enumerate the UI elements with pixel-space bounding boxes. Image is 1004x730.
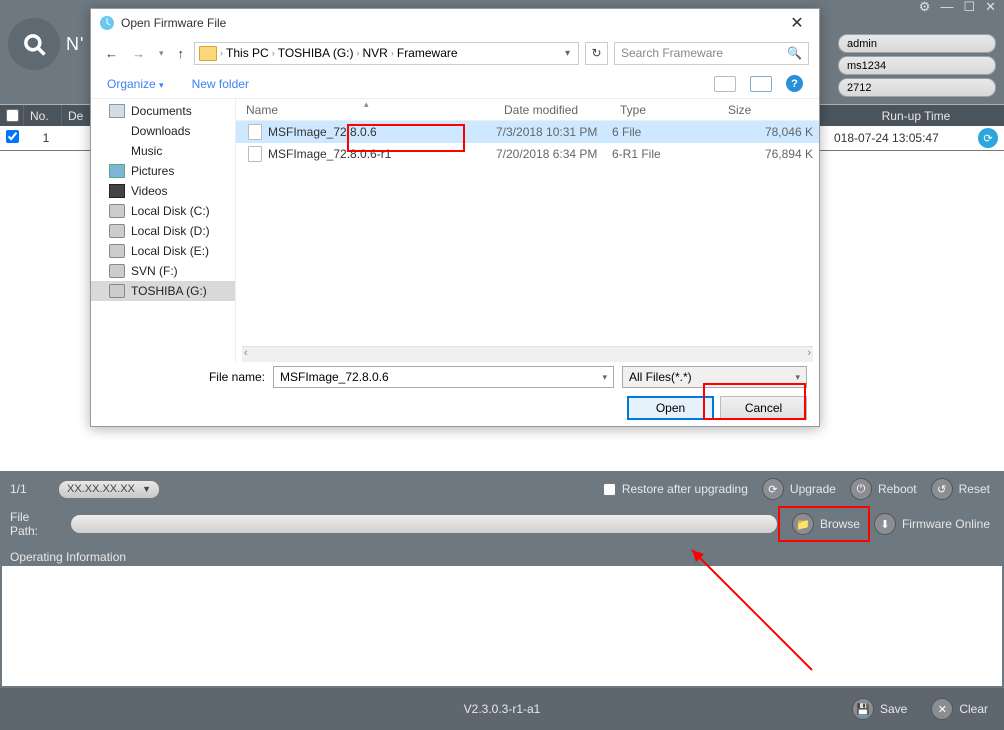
- footer: V2.3.0.3-r1-a1 💾Save ✕Clear: [0, 688, 1004, 730]
- row-no: 1: [24, 131, 62, 145]
- down-icon: [109, 124, 125, 138]
- nav-item-music[interactable]: Music: [91, 141, 235, 161]
- breadcrumb[interactable]: › This PC› TOSHIBA (G:)› NVR› Frameware …: [194, 42, 579, 65]
- minimize-icon[interactable]: —: [940, 0, 953, 15]
- pics-icon: [109, 164, 125, 178]
- download-icon: ⬇: [874, 513, 896, 535]
- checkbox-column[interactable]: [0, 105, 24, 126]
- dialog-title: Open Firmware File: [121, 16, 783, 30]
- type-column[interactable]: Type: [610, 103, 718, 117]
- cancel-button[interactable]: Cancel: [720, 396, 807, 420]
- operating-info-body: [2, 566, 1002, 686]
- folder-open-icon: 📁: [792, 513, 814, 535]
- username-input[interactable]: [838, 34, 996, 53]
- ip-select[interactable]: XX.XX.XX.XX▼: [58, 480, 160, 499]
- nav-item-local-disk-d-[interactable]: Local Disk (D:): [91, 221, 235, 241]
- view-icon[interactable]: [714, 76, 736, 92]
- horizontal-scrollbar[interactable]: [242, 346, 813, 362]
- organize-button[interactable]: Organize ▾: [107, 77, 164, 91]
- app-logo: N': [8, 18, 84, 70]
- runup-cell: 018-07-24 13:05:47 ⟳: [828, 126, 1004, 150]
- file-name-input[interactable]: MSFImage_72.8.0.6: [273, 366, 614, 388]
- file-path-label: File Path:: [10, 510, 60, 538]
- file-row[interactable]: MSFImage_72.8.0.6-r1 7/20/2018 6:34 PM 6…: [236, 143, 819, 165]
- docs-icon: [109, 104, 125, 118]
- disk-icon: [109, 224, 125, 238]
- file-list-header: Name Date modified Type Size: [236, 99, 819, 121]
- sort-indicator-icon: ▴: [364, 99, 369, 110]
- disk-icon: [109, 284, 125, 298]
- reset-button[interactable]: ↺Reset: [927, 478, 994, 500]
- folder-icon: [199, 46, 217, 61]
- refresh-icon[interactable]: ↻: [585, 42, 608, 65]
- nav-forward-icon: →: [128, 46, 149, 61]
- file-icon: [248, 146, 262, 162]
- pager: 1/1: [10, 482, 48, 496]
- password-input[interactable]: [838, 56, 996, 75]
- help-icon[interactable]: ?: [786, 75, 803, 92]
- app-name: N': [66, 34, 84, 55]
- file-type-select[interactable]: All Files(*.*): [622, 366, 807, 388]
- disk-icon: [109, 204, 125, 218]
- nav-back-icon[interactable]: ←: [101, 46, 122, 61]
- file-path-input[interactable]: [70, 514, 778, 534]
- navigation-pane: DocumentsDownloadsMusicPicturesVideosLoc…: [91, 99, 236, 362]
- disk-icon: [109, 264, 125, 278]
- music-icon: [109, 144, 125, 158]
- dialog-icon: [99, 15, 115, 31]
- nav-item-svn-f-[interactable]: SVN (F:): [91, 261, 235, 281]
- nav-item-local-disk-c-[interactable]: Local Disk (C:): [91, 201, 235, 221]
- size-column[interactable]: Size: [718, 103, 819, 117]
- nav-up-icon[interactable]: ↑: [174, 46, 189, 61]
- operating-info-header: Operating Information: [0, 544, 1004, 566]
- reboot-button[interactable]: ⏻Reboot: [846, 478, 921, 500]
- dialog-close-icon[interactable]: ✕: [783, 13, 811, 33]
- upgrade-button[interactable]: ⟳Upgrade: [758, 478, 840, 500]
- version-label: V2.3.0.3-r1-a1: [464, 702, 541, 716]
- refresh-row-icon[interactable]: ⟳: [978, 128, 998, 148]
- nav-item-local-disk-e-[interactable]: Local Disk (E:): [91, 241, 235, 261]
- port-input[interactable]: [838, 78, 996, 97]
- maximize-icon[interactable]: ☐: [963, 0, 975, 15]
- browse-button[interactable]: 📁Browse: [788, 513, 864, 535]
- clear-button[interactable]: ✕Clear: [927, 698, 992, 720]
- nav-item-videos[interactable]: Videos: [91, 181, 235, 201]
- nav-item-pictures[interactable]: Pictures: [91, 161, 235, 181]
- save-button[interactable]: 💾Save: [848, 698, 911, 720]
- nav-item-downloads[interactable]: Downloads: [91, 121, 235, 141]
- vids-icon: [109, 184, 125, 198]
- preview-icon[interactable]: [750, 76, 772, 92]
- gear-icon[interactable]: ⚙: [919, 0, 931, 15]
- new-folder-button[interactable]: New folder: [192, 77, 249, 91]
- search-input[interactable]: Search Frameware 🔍: [614, 42, 809, 65]
- close-icon[interactable]: ✕: [985, 0, 996, 15]
- runup-column[interactable]: Run-up Time: [828, 104, 1004, 126]
- firmware-online-button[interactable]: ⬇Firmware Online: [870, 513, 994, 535]
- file-name-label: File name:: [103, 370, 265, 384]
- no-column[interactable]: No.: [24, 105, 62, 126]
- nav-recent-icon[interactable]: ▾: [155, 48, 168, 59]
- open-button[interactable]: Open: [627, 396, 714, 420]
- file-icon: [248, 124, 262, 140]
- chevron-down-icon[interactable]: ▾: [561, 48, 574, 59]
- disk-icon: [109, 244, 125, 258]
- file-row[interactable]: MSFImage_72.8.0.6 7/3/2018 10:31 PM 6 Fi…: [236, 121, 819, 143]
- search-icon: 🔍: [787, 46, 802, 60]
- nav-item-documents[interactable]: Documents: [91, 101, 235, 121]
- date-column[interactable]: Date modified: [494, 103, 610, 117]
- restore-checkbox[interactable]: Restore after upgrading: [603, 482, 748, 496]
- nav-item-toshiba-g-[interactable]: TOSHIBA (G:): [91, 281, 235, 301]
- open-file-dialog: Open Firmware File ✕ ← → ▾ ↑ › This PC› …: [90, 8, 820, 427]
